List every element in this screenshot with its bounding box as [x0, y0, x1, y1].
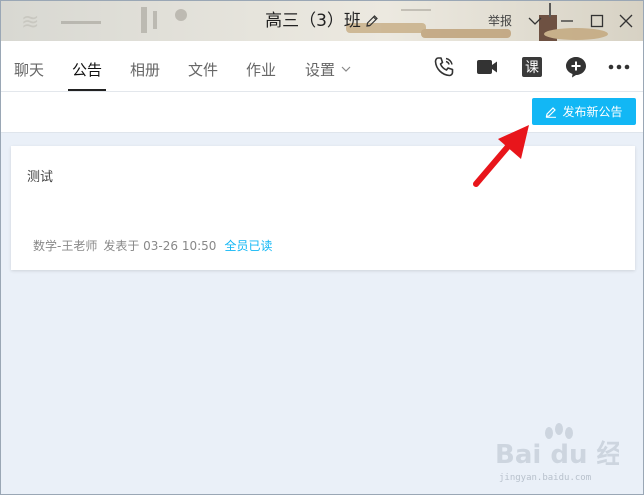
maximize-icon[interactable]: [587, 11, 607, 31]
tab-settings[interactable]: 设置: [305, 41, 351, 91]
window-title: 高三（3）班: [1, 1, 643, 41]
announcement-title: 测试: [27, 170, 54, 185]
publish-announcement-label: 发布新公告: [562, 105, 623, 119]
tab-homework-label: 作业: [246, 61, 277, 79]
phone-icon[interactable]: [432, 55, 456, 79]
announcement-time: 发表于 03-26 10:50: [103, 239, 217, 253]
announcement-author: 数学-王老师: [33, 239, 98, 253]
tab-files-label: 文件: [188, 61, 219, 79]
close-icon[interactable]: [616, 11, 636, 31]
report-link[interactable]: 举报: [488, 12, 512, 29]
read-status-link[interactable]: 全员已读: [224, 239, 272, 253]
watermark-url: jingyan.baidu.com: [499, 473, 592, 483]
tab-homework[interactable]: 作业: [246, 41, 276, 91]
course-glyph: 课: [525, 60, 539, 76]
annotation-arrow-icon: [473, 125, 529, 187]
tab-announcements[interactable]: 公告: [67, 41, 107, 91]
tab-chat-label: 聊天: [14, 61, 45, 79]
edit-icon: [546, 106, 557, 118]
minimize-icon[interactable]: [557, 11, 577, 31]
video-call-icon[interactable]: [475, 55, 499, 79]
tab-chat[interactable]: 聊天: [14, 41, 44, 91]
tab-announcements-label: 公告: [72, 61, 103, 79]
edit-title-icon[interactable]: [365, 14, 379, 28]
tab-settings-label: 设置: [305, 61, 336, 79]
publish-announcement-button[interactable]: 发布新公告: [532, 98, 636, 125]
watermark-brand: Bai du 经验: [495, 439, 619, 470]
window-title-text: 高三（3）班: [265, 11, 361, 31]
tab-files[interactable]: 文件: [188, 41, 218, 91]
announcement-meta: 数学-王老师 发表于 03-26 10:50 全员已读: [33, 237, 272, 254]
chevron-down-icon: [341, 66, 351, 72]
group-window: ≋ 高三（3）班 举报 聊天 公告 相册 文件 作业 设置 课 发布新公告 测试…: [0, 0, 644, 495]
action-row: 发布新公告: [1, 92, 643, 133]
chevron-down-icon[interactable]: [525, 11, 545, 31]
announcement-card[interactable]: 测试 数学-王老师 发表于 03-26 10:50 全员已读: [11, 146, 635, 270]
course-icon[interactable]: 课: [520, 55, 544, 79]
add-icon[interactable]: [564, 55, 588, 79]
tab-album[interactable]: 相册: [130, 41, 160, 91]
tab-bar: 聊天 公告 相册 文件 作业 设置 课: [1, 41, 643, 92]
more-icon[interactable]: [607, 55, 631, 79]
tab-album-label: 相册: [130, 61, 161, 79]
title-bar: ≋ 高三（3）班 举报: [1, 1, 643, 41]
